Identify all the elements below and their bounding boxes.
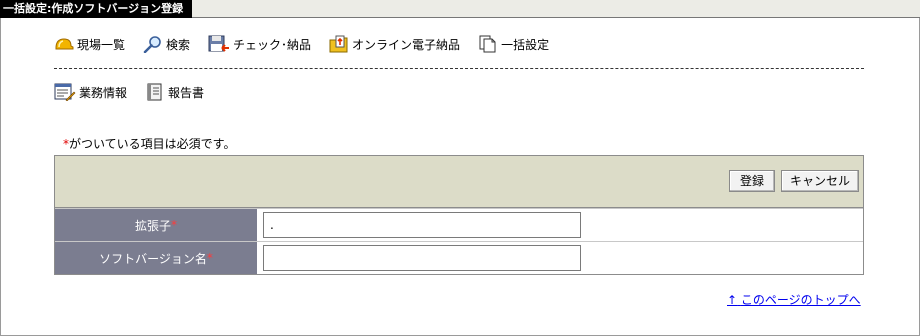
- menu-item-label: 一括設定: [501, 37, 550, 52]
- helmet-icon: [55, 38, 74, 50]
- menu-item-business-info[interactable]: 業務情報: [54, 83, 127, 101]
- extension-input[interactable]: [263, 212, 581, 238]
- required-note: *がついている項目は必須です。: [63, 135, 235, 152]
- menu-item-online-delivery[interactable]: オンライン電子納品: [329, 35, 460, 53]
- secondary-menu: 業務情報 報告書: [54, 82, 222, 102]
- menu-item-label: 業務情報: [79, 85, 128, 100]
- menu-item-report[interactable]: 報告書: [145, 83, 204, 101]
- menu-item-label: オンライン電子納品: [352, 37, 461, 52]
- field-label-software-version: ソフトバージョン名 *: [55, 242, 257, 274]
- floppy-disk-icon: [208, 35, 230, 52]
- magnifier-icon: [143, 36, 161, 53]
- documents-icon: [479, 35, 496, 53]
- required-mark: *: [171, 218, 177, 232]
- business-info-icon: [54, 83, 76, 101]
- page-top-link[interactable]: ↑ このページのトップへ: [727, 291, 861, 308]
- menu-item-site-list[interactable]: 現場一覧: [54, 35, 125, 53]
- form-action-bar: 登録 キャンセル: [55, 156, 863, 208]
- menu-item-check-delivery[interactable]: チェック･納品: [208, 35, 311, 53]
- page-title: 一括設定:作成ソフトバージョン登録: [0, 0, 192, 18]
- menu-item-label: チェック･納品: [233, 37, 312, 52]
- register-button[interactable]: 登録: [729, 170, 775, 192]
- required-mark: *: [206, 251, 213, 265]
- up-arrow-icon: ↑: [727, 293, 738, 307]
- menu-item-label: 検索: [166, 37, 191, 52]
- cancel-button[interactable]: キャンセル: [781, 170, 859, 192]
- required-note-text: がついている項目は必須です。: [69, 137, 236, 151]
- form-row-extension: 拡張子 *: [55, 208, 863, 241]
- settings-form: 登録 キャンセル 拡張子* ソフトバージョン名*: [54, 155, 864, 275]
- form-row-software-version: ソフトバージョン名 *: [55, 241, 863, 274]
- field-label-extension: 拡張子 *: [55, 209, 257, 241]
- software-version-name-input[interactable]: [263, 245, 581, 271]
- menu-item-search[interactable]: 検索: [143, 35, 190, 53]
- menu-divider: [54, 68, 864, 69]
- primary-menu: 現場一覧 検索 チェック･納品 オンライン電子納品 一括設定: [54, 34, 567, 54]
- title-bar: 一括設定:作成ソフトバージョン登録: [0, 0, 920, 18]
- folder-upload-icon: [329, 35, 348, 53]
- menu-item-label: 報告書: [168, 85, 205, 100]
- menu-item-bulk-settings[interactable]: 一括設定: [478, 35, 549, 53]
- report-icon: [147, 83, 162, 101]
- menu-item-label: 現場一覧: [77, 37, 126, 52]
